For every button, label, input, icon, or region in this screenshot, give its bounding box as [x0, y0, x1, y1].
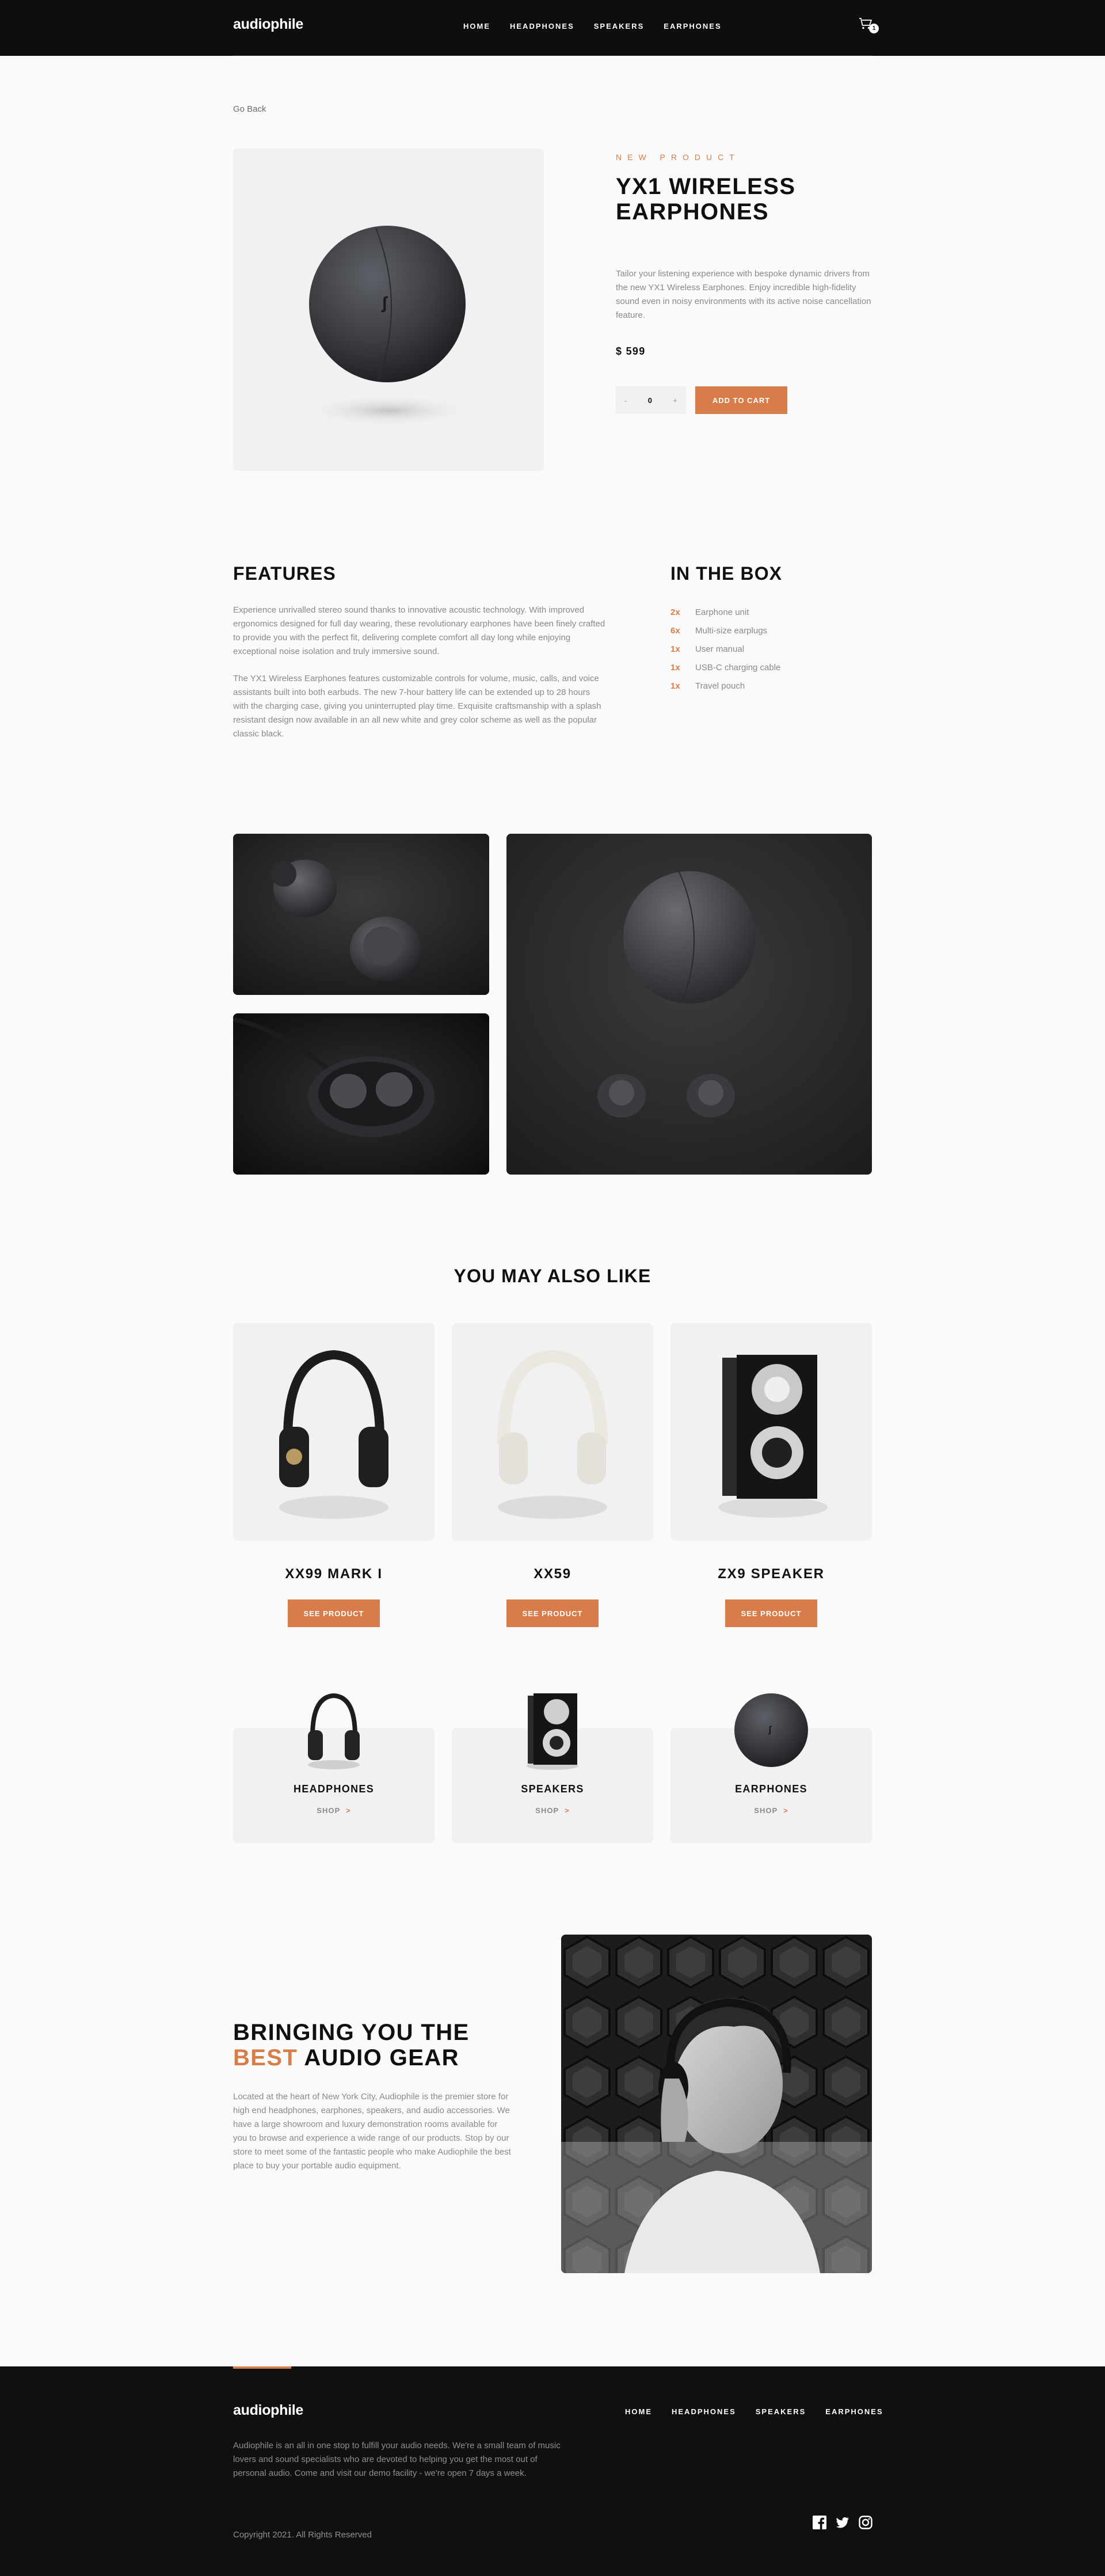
new-product-overline: NEW PRODUCT — [616, 153, 740, 162]
see-product-button[interactable]: SEE PRODUCT — [288, 1599, 380, 1627]
product-name: XX99 MARK I — [285, 1566, 383, 1582]
category-name: SPEAKERS — [521, 1783, 584, 1795]
logo[interactable]: audiophile — [233, 16, 303, 33]
go-back-link[interactable]: Go Back — [233, 104, 266, 114]
about-heading-accent: BEST — [233, 2045, 298, 2070]
item-name: Travel pouch — [695, 681, 745, 691]
product-name: ZX9 SPEAKER — [718, 1566, 825, 1582]
nav-speakers[interactable]: SPEAKERS — [594, 22, 645, 31]
decrement-button[interactable]: - — [624, 396, 627, 405]
item-qty: 1x — [670, 644, 680, 654]
social-links — [813, 2516, 872, 2529]
copyright: Copyright 2021. All Rights Reserved — [233, 2530, 372, 2540]
category-card-headphones[interactable]: HEADPHONES SHOP > — [233, 1693, 435, 1843]
item-name: Multi-size earplugs — [695, 626, 768, 636]
shop-label: SHOP — [535, 1806, 559, 1815]
item-qty: 6x — [670, 626, 680, 636]
product-image: ʃ — [233, 149, 544, 471]
nav-earphones[interactable]: EARPHONES — [664, 22, 721, 31]
recommendation-card: ZX9 SPEAKER SEE PRODUCT — [670, 1323, 872, 1627]
features-paragraph-2: The YX1 Wireless Earphones features cust… — [233, 674, 601, 739]
about-heading: BRINGING YOU THE BEST AUDIO GEAR — [233, 2020, 489, 2070]
item-name: User manual — [695, 644, 745, 654]
item-qty: 2x — [670, 607, 680, 617]
list-item: 2x Earphone unit — [670, 603, 780, 622]
instagram-icon[interactable] — [859, 2516, 872, 2529]
features-heading: FEATURES — [233, 563, 336, 584]
footer-nav: HOME HEADPHONES SPEAKERS EARPHONES — [625, 2407, 883, 2416]
speaker-thumbnail — [527, 1693, 578, 1770]
shop-link[interactable]: SHOP > — [670, 1806, 872, 1815]
see-product-button[interactable]: SEE PRODUCT — [725, 1599, 817, 1627]
cart-count-badge: 1 — [869, 24, 879, 33]
you-may-also-like-heading: YOU MAY ALSO LIKE — [454, 1266, 651, 1286]
product-title: YX1 WIRELESS EARPHONES — [616, 174, 796, 225]
item-qty: 1x — [670, 681, 680, 691]
product-name: XX59 — [534, 1566, 571, 1582]
main-nav: HOME HEADPHONES SPEAKERS EARPHONES — [463, 22, 722, 31]
header-divider — [233, 55, 872, 56]
footer-nav-earphones[interactable]: EARPHONES — [825, 2407, 883, 2416]
nav-headphones[interactable]: HEADPHONES — [510, 22, 574, 31]
chevron-right-icon: > — [346, 1806, 351, 1815]
cart-button[interactable]: 1 — [859, 17, 882, 38]
nav-home[interactable]: HOME — [463, 22, 490, 31]
chevron-right-icon: > — [783, 1806, 788, 1815]
svg-text:ʃ: ʃ — [768, 1725, 772, 1735]
in-the-box-heading: IN THE BOX — [670, 563, 783, 584]
xx59-image — [452, 1323, 653, 1541]
facebook-icon[interactable] — [813, 2516, 826, 2529]
item-name: Earphone unit — [695, 607, 749, 617]
twitter-icon[interactable] — [836, 2516, 849, 2529]
chevron-right-icon: > — [565, 1806, 570, 1815]
headphones-thumbnail — [308, 1693, 360, 1769]
list-item: 1x USB-C charging cable — [670, 659, 780, 677]
footer-nav-home[interactable]: HOME — [625, 2407, 652, 2416]
see-product-button[interactable]: SEE PRODUCT — [506, 1599, 599, 1627]
xx99-mark-i-image — [233, 1323, 435, 1541]
gallery-image-case — [233, 1013, 489, 1175]
site-footer: audiophile HOME HEADPHONES SPEAKERS EARP… — [0, 2366, 1105, 2576]
gallery-image-flatlay — [506, 834, 872, 1175]
site-header: audiophile HOME HEADPHONES SPEAKERS EARP… — [0, 0, 1105, 56]
footer-logo[interactable]: audiophile — [233, 2402, 303, 2419]
gallery-image-earbuds — [233, 834, 489, 995]
product-description: Tailor your listening experience with be… — [616, 269, 871, 320]
about-photo — [561, 1935, 872, 2273]
shop-link[interactable]: SHOP > — [452, 1806, 653, 1815]
shop-label: SHOP — [754, 1806, 778, 1815]
in-the-box-list: 2x Earphone unit 6x Multi-size earplugs 1x… — [670, 603, 780, 696]
footer-description: Audiophile is an all in one stop to fulf… — [233, 2441, 561, 2478]
product-price: $ 599 — [616, 345, 646, 357]
recommendation-card: XX99 MARK I SEE PRODUCT — [233, 1323, 435, 1627]
about-heading-part: AUDIO GEAR — [304, 2045, 459, 2070]
quantity-value: 0 — [647, 396, 652, 405]
footer-accent-bar — [233, 2366, 291, 2369]
category-name: HEADPHONES — [293, 1783, 375, 1795]
about-heading-part: BRINGING YOU THE — [233, 2020, 470, 2045]
category-name: EARPHONES — [735, 1783, 807, 1795]
shop-link[interactable]: SHOP > — [233, 1806, 435, 1815]
category-card-speakers[interactable]: SPEAKERS SHOP > — [452, 1693, 653, 1843]
list-item: 1x User manual — [670, 640, 780, 659]
features-paragraph-1: Experience unrivalled stereo sound thank… — [233, 605, 605, 656]
add-to-cart-button[interactable]: ADD TO CART — [695, 386, 787, 414]
list-item: 1x Travel pouch — [670, 677, 780, 696]
item-name: USB-C charging cable — [695, 663, 781, 673]
list-item: 6x Multi-size earplugs — [670, 622, 780, 640]
category-card-earphones[interactable]: ʃ EARPHONES SHOP > — [670, 1693, 872, 1843]
earphones-thumbnail: ʃ — [734, 1693, 808, 1767]
quantity-stepper: - 0 + — [616, 386, 686, 414]
recommendation-card: XX59 SEE PRODUCT — [452, 1323, 653, 1627]
about-description: Located at the heart of New York City, A… — [233, 2092, 511, 2171]
zx9-speaker-image — [670, 1323, 872, 1541]
footer-nav-speakers[interactable]: SPEAKERS — [756, 2407, 806, 2416]
item-qty: 1x — [670, 663, 680, 673]
shop-label: SHOP — [317, 1806, 341, 1815]
footer-nav-headphones[interactable]: HEADPHONES — [672, 2407, 736, 2416]
increment-button[interactable]: + — [673, 396, 677, 405]
